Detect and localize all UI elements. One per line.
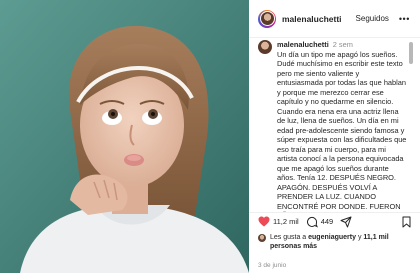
girl-portrait-illustration — [0, 0, 249, 273]
post-header: malenaluchetti Seguidos ••• — [249, 0, 420, 38]
caption-body: Un día un tipo me apagó los sueños. Dudé… — [277, 49, 407, 213]
caption: malenaluchetti 2 sem Un día un tipo me ap… — [258, 40, 410, 212]
post-date[interactable]: 3 de junio — [258, 262, 286, 269]
caption-username[interactable]: malenaluchetti — [277, 40, 329, 49]
header-username[interactable]: malenaluchetti — [282, 14, 342, 24]
likes-summary: Les gusta a eugeniaguerty y 11,1 mil per… — [258, 233, 413, 251]
comment-icon[interactable] — [306, 216, 318, 228]
avatar[interactable] — [258, 9, 276, 28]
following-button[interactable]: Seguidos — [356, 14, 389, 23]
caption-time[interactable]: 2 sem — [333, 40, 353, 49]
post-side-panel: malenaluchetti Seguidos ••• malenaluchet… — [249, 0, 420, 280]
caption-avatar[interactable] — [258, 40, 272, 54]
action-bar: 11,2 mil 449 — [249, 212, 420, 230]
likes-text: Les gusta a eugeniaguerty y 11,1 mil per… — [270, 233, 413, 251]
caption-scrollbar[interactable] — [409, 42, 413, 64]
avatar-image — [259, 11, 275, 26]
heart-icon[interactable] — [258, 216, 270, 227]
comment-count[interactable]: 449 — [321, 217, 334, 226]
post-image[interactable] — [0, 0, 249, 273]
comment-action[interactable]: 449 — [306, 216, 334, 228]
share-icon[interactable] — [340, 216, 352, 228]
like-count[interactable]: 11,2 mil — [273, 217, 299, 226]
bookmark-icon[interactable] — [401, 216, 412, 228]
more-options-icon[interactable]: ••• — [399, 14, 410, 24]
liker-username[interactable]: eugeniaguerty — [308, 234, 356, 241]
like-action[interactable]: 11,2 mil — [258, 216, 299, 227]
caption-row: malenaluchetti 2 sem Un día un tipo me ap… — [258, 40, 410, 212]
caption-text-block: malenaluchetti 2 sem Un día un tipo me ap… — [277, 40, 407, 212]
liker-avatar[interactable] — [258, 234, 266, 242]
likes-prefix: Les gusta a — [270, 234, 309, 241]
